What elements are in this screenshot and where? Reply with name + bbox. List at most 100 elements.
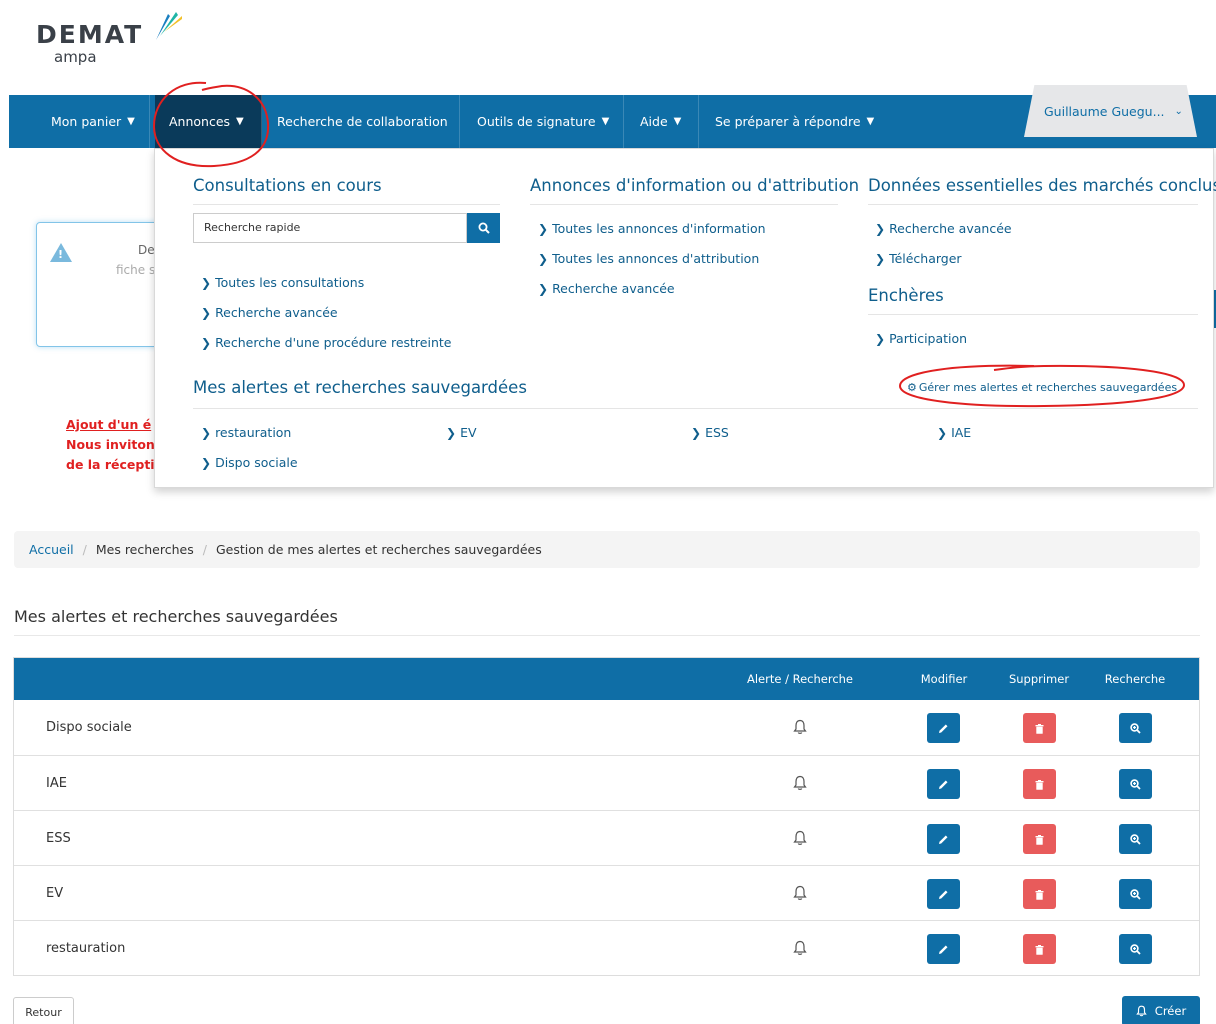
menu-link-annonces-information[interactable]: ❯ Toutes les annonces d'information (538, 221, 766, 236)
bell-icon (793, 775, 807, 791)
saved-alert-label: EV (460, 425, 477, 440)
breadcrumb-home[interactable]: Accueil (29, 542, 74, 557)
menu-heading-alertes: Mes alertes et recherches sauvegardées (193, 378, 527, 397)
divider (530, 204, 838, 205)
delete-button[interactable] (1023, 713, 1056, 743)
chevron-right-icon: ❯ (201, 306, 212, 320)
edit-button[interactable] (927, 879, 960, 909)
row-name: Dispo sociale (46, 720, 132, 735)
bell-icon (1136, 1005, 1147, 1017)
menu-link-recherche-avancee-annonces[interactable]: ❯ Recherche avancée (538, 281, 675, 296)
saved-alert-link[interactable]: ❯ Dispo sociale (201, 455, 298, 470)
logo[interactable]: DEMAT ampa (36, 12, 186, 78)
delete-button[interactable] (1023, 934, 1056, 964)
chevron-right-icon: ❯ (691, 426, 702, 440)
saved-alert-label: ESS (705, 425, 729, 440)
warning-icon-mark: ! (58, 248, 64, 261)
manage-alerts-link[interactable]: ⚙ Gérer mes alertes et recherches sauvega… (907, 381, 1177, 394)
run-search-button[interactable] (1119, 824, 1152, 854)
menu-link-label: Toutes les annonces d'information (552, 221, 766, 236)
zoom-in-icon (1130, 775, 1141, 794)
chevron-down-icon: ▼ (236, 116, 244, 127)
breadcrumb-separator: / (82, 542, 87, 557)
divider (193, 408, 1198, 409)
nav-label: Recherche de collaboration (277, 114, 448, 129)
menu-link-label: Recherche avancée (215, 305, 338, 320)
delete-button[interactable] (1023, 879, 1056, 909)
run-search-button[interactable] (1119, 879, 1152, 909)
logo-subtitle: ampa (54, 48, 97, 66)
saved-alert-label: IAE (951, 425, 972, 440)
run-search-button[interactable] (1119, 769, 1152, 799)
table-header: Alerte / Recherche Modifier Supprimer Re… (14, 658, 1199, 700)
nav-label: Mon panier (51, 114, 122, 129)
menu-heading-annonces-info: Annonces d'information ou d'attribution (530, 176, 860, 195)
chevron-right-icon: ❯ (538, 252, 549, 266)
delete-button[interactable] (1023, 824, 1056, 854)
delete-button[interactable] (1023, 769, 1056, 799)
nav-outils-signature[interactable]: Outils de signature ▼ (463, 95, 624, 148)
pencil-icon (938, 885, 949, 904)
chevron-down-icon: ▼ (866, 116, 875, 127)
create-button[interactable]: Créer (1122, 996, 1200, 1024)
edit-button[interactable] (927, 769, 960, 799)
zoom-in-icon (1130, 719, 1141, 738)
saved-alert-link[interactable]: ❯ EV (446, 425, 477, 440)
nav-recherche-collaboration[interactable]: Recherche de collaboration (263, 95, 460, 148)
edit-button[interactable] (927, 713, 960, 743)
menu-link-telecharger[interactable]: ❯ Télécharger (875, 251, 962, 266)
run-search-button[interactable] (1119, 934, 1152, 964)
menu-link-label: Toutes les consultations (215, 275, 365, 290)
menu-heading-consultations: Consultations en cours (193, 176, 382, 195)
chevron-down-icon: ▼ (601, 116, 610, 127)
user-name: Guillaume Guegu... (1044, 103, 1165, 119)
chevron-down-icon: ▼ (673, 116, 682, 127)
edit-button[interactable] (927, 824, 960, 854)
table-row: IAE (14, 755, 1199, 810)
row-name: ESS (46, 831, 71, 846)
table-row: restauration (14, 920, 1199, 975)
breadcrumb-separator: / (202, 542, 207, 557)
info-card-text: De (138, 243, 155, 257)
menu-link-procedure-restreinte[interactable]: ❯ Recherche d'une procédure restreinte (201, 335, 451, 350)
notice-link[interactable]: Ajout d'un é (66, 417, 151, 432)
nav-mon-panier[interactable]: Mon panier ▼ (37, 95, 150, 148)
info-card-text: fiche s (116, 263, 156, 277)
column-header-supprimer: Supprimer (1008, 672, 1070, 686)
quick-search-input[interactable]: Recherche rapide (193, 213, 467, 243)
saved-alert-link[interactable]: ❯ ESS (691, 425, 729, 440)
zoom-in-icon (1130, 830, 1141, 849)
notice-text: Nous inviton (66, 437, 155, 452)
nav-annonces[interactable]: Annonces ▼ (155, 95, 262, 148)
notice-text: de la récepti (66, 457, 155, 472)
search-button[interactable] (467, 213, 500, 243)
chevron-right-icon: ❯ (446, 426, 457, 440)
chevron-right-icon: ❯ (538, 222, 549, 236)
menu-link-label: Participation (889, 331, 968, 346)
chevron-right-icon: ❯ (201, 426, 212, 440)
bell-icon (793, 940, 807, 956)
saved-alert-link[interactable]: ❯ IAE (937, 425, 971, 440)
nav-label: Outils de signature (477, 114, 596, 129)
user-menu[interactable]: Guillaume Guegu... ⌄ (1024, 85, 1197, 137)
menu-link-recherche-avancee-donnees[interactable]: ❯ Recherche avancée (875, 221, 1012, 236)
table-row: EV (14, 865, 1199, 920)
menu-link-label: Recherche avancée (889, 221, 1012, 236)
pencil-icon (938, 775, 949, 794)
pencil-icon (938, 940, 949, 959)
back-button[interactable]: Retour (13, 997, 74, 1024)
run-search-button[interactable] (1119, 713, 1152, 743)
page-title: Mes alertes et recherches sauvegardées (14, 607, 338, 626)
menu-link-recherche-avancee[interactable]: ❯ Recherche avancée (201, 305, 338, 320)
menu-link-annonces-attribution[interactable]: ❯ Toutes les annonces d'attribution (538, 251, 759, 266)
chevron-right-icon: ❯ (201, 456, 212, 470)
saved-alert-link[interactable]: ❯ restauration (201, 425, 291, 440)
menu-link-toutes-consultations[interactable]: ❯ Toutes les consultations (201, 275, 364, 290)
search-icon (478, 222, 490, 234)
menu-link-participation[interactable]: ❯ Participation (875, 331, 967, 346)
nav-aide[interactable]: Aide ▼ (626, 95, 699, 148)
edit-button[interactable] (927, 934, 960, 964)
zoom-in-icon (1130, 885, 1141, 904)
nav-se-preparer[interactable]: Se préparer à répondre ▼ (701, 95, 888, 148)
chevron-right-icon: ❯ (937, 426, 948, 440)
